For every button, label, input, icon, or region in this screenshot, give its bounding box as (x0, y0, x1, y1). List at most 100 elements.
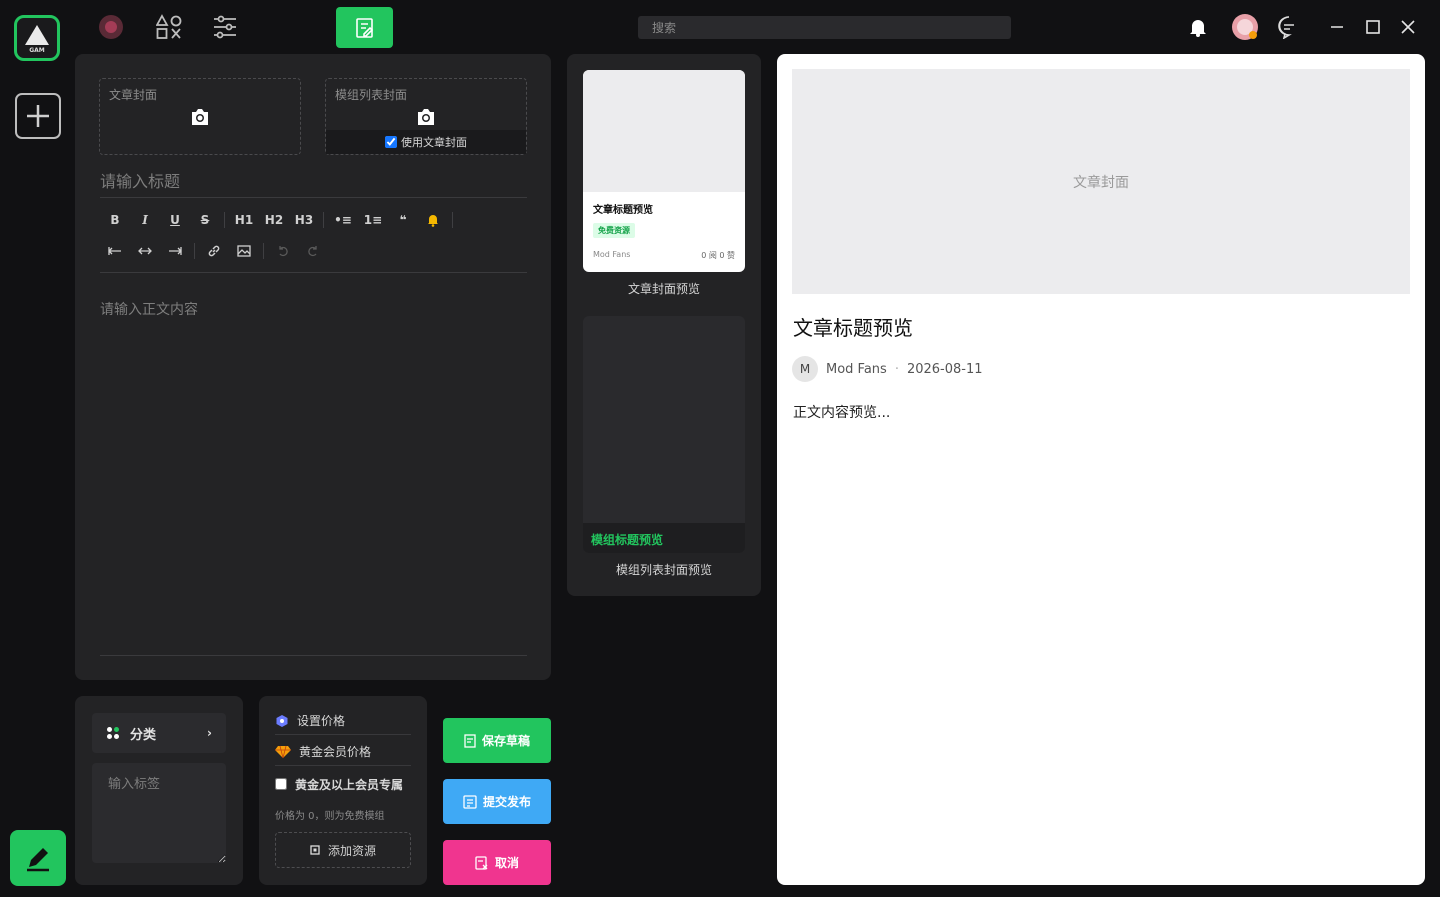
category-select[interactable]: 分类 › (92, 713, 226, 753)
ordered-list-button[interactable]: 1≡ (358, 208, 388, 232)
underline-button[interactable]: U (160, 208, 190, 232)
user-avatar[interactable] (1230, 12, 1260, 42)
article-cover-preview-caption: 文章封面预览 (627, 282, 700, 296)
article-nav-button[interactable] (336, 7, 393, 48)
image-button[interactable] (229, 239, 259, 263)
set-price-label: 设置价格 (297, 714, 346, 728)
body-editor[interactable]: 请输入正文内容 (100, 299, 198, 319)
user-avatar-icon (1232, 14, 1258, 40)
align-center-button[interactable] (130, 239, 160, 263)
set-price-field[interactable]: 设置价格 (275, 707, 411, 735)
meta-separator: · (894, 361, 899, 377)
cancel-label: 取消 (494, 856, 519, 870)
add-resource-label: 添加资源 (327, 843, 376, 858)
free-badge: 免费资源 (593, 223, 635, 238)
link-button[interactable] (199, 239, 229, 263)
card-author: Mod Fans (593, 250, 631, 259)
highlight-button[interactable] (418, 208, 448, 232)
bold-button[interactable]: B (100, 208, 130, 232)
preview-cover: 文章封面 (792, 69, 1410, 294)
h1-button[interactable]: H1 (229, 208, 259, 232)
toolbar-separator (224, 212, 225, 228)
document-icon (464, 733, 476, 748)
align-left-icon (108, 247, 121, 255)
align-left-button[interactable] (100, 239, 130, 263)
gold-exclusive-toggle[interactable]: 黄金及以上会员专属 (275, 770, 411, 798)
gold-exclusive-label: 黄金及以上会员专属 (295, 777, 404, 792)
mod-title: 模组标题预览 (583, 523, 745, 553)
h2-button[interactable]: H2 (259, 208, 289, 232)
submit-publish-button[interactable]: 提交发布 (443, 779, 551, 824)
apps-nav-button[interactable] (154, 12, 184, 42)
h3-button[interactable]: H3 (289, 208, 319, 232)
edit-fab-button[interactable] (10, 830, 66, 886)
align-right-icon (169, 247, 182, 255)
mod-card-preview: 模组标题预览 (583, 316, 745, 553)
bell-highlight-icon (428, 215, 438, 227)
image-icon (237, 245, 251, 257)
left-rail: GAM (0, 0, 75, 897)
avatar-small[interactable] (96, 12, 126, 42)
sliders-icon (214, 15, 236, 39)
use-article-cover-toggle[interactable]: 使用文章封面 (326, 130, 526, 154)
quote-button[interactable]: ❝ (388, 208, 418, 232)
align-center-icon (138, 247, 152, 255)
minimize-button[interactable] (1324, 14, 1350, 40)
pencil-icon (27, 848, 49, 872)
close-icon (1401, 20, 1415, 34)
save-draft-label: 保存草稿 (481, 734, 530, 748)
plus-icon (27, 105, 49, 127)
tag-input[interactable] (92, 763, 226, 863)
use-article-cover-label: 使用文章封面 (401, 136, 467, 149)
align-right-button[interactable] (160, 239, 190, 263)
italic-button[interactable]: I (130, 208, 160, 232)
camera-icon (418, 109, 434, 125)
editor-panel: 文章封面 模组列表封面 使用文章封面 B I U S H1 H2 H3 •≡ 1… (75, 54, 551, 680)
logo-text: GAM (29, 47, 45, 54)
preview-meta: M Mod Fans · 2026-08-11 (792, 356, 983, 382)
document-list-icon (463, 794, 477, 809)
mod-cover-preview-caption: 模组列表封面预览 (615, 563, 712, 577)
add-resource-button[interactable]: 添加资源 (275, 832, 411, 868)
mod-cover-upload[interactable]: 模组列表封面 使用文章封面 (325, 78, 527, 155)
add-button[interactable] (15, 93, 61, 139)
save-draft-button[interactable]: 保存草稿 (443, 718, 551, 763)
toolbar-separator (194, 243, 195, 259)
top-bar (75, 0, 1440, 54)
link-icon (208, 245, 220, 257)
messages-button[interactable] (1276, 14, 1302, 40)
search-input[interactable] (638, 16, 1011, 39)
shapes-icon (156, 14, 182, 39)
logo-icon (25, 25, 49, 45)
app-logo[interactable]: GAM (14, 15, 60, 61)
price-note: 价格为 0，则为免费模组 (275, 811, 385, 822)
preview-body: 正文内容预览... (793, 405, 891, 421)
category-icon (107, 727, 119, 739)
card-cover-image (583, 70, 745, 192)
card-stats: 0 阅 0 赞 (701, 251, 735, 260)
title-input[interactable] (100, 166, 527, 198)
hexagon-price-icon (276, 714, 288, 727)
flower-avatar-icon (99, 15, 123, 39)
preview-title: 文章标题预览 (793, 316, 913, 340)
notification-button[interactable] (1185, 14, 1211, 40)
undo-button[interactable] (268, 239, 298, 263)
settings-nav-button[interactable] (210, 12, 240, 42)
redo-button[interactable] (298, 239, 328, 263)
bell-icon (1190, 20, 1206, 37)
editor-bottom-divider (100, 655, 527, 656)
strikethrough-button[interactable]: S (190, 208, 220, 232)
document-edit-icon (355, 17, 373, 38)
gold-price-field[interactable]: 黄金会员价格 (275, 738, 411, 766)
toolbar-separator (263, 243, 264, 259)
article-card-preview: 文章标题预览 免费资源 Mod Fans 0 阅 0 赞 (583, 70, 745, 272)
bullet-list-button[interactable]: •≡ (328, 208, 358, 232)
document-cancel-icon (475, 855, 488, 870)
use-article-cover-checkbox[interactable] (385, 136, 397, 148)
cancel-button[interactable]: 取消 (443, 840, 551, 885)
maximize-button[interactable] (1360, 14, 1386, 40)
article-cover-upload[interactable]: 文章封面 (99, 78, 301, 155)
gold-exclusive-checkbox[interactable] (275, 778, 287, 790)
close-button[interactable] (1395, 14, 1421, 40)
preview-date: 2026-08-11 (906, 361, 983, 377)
